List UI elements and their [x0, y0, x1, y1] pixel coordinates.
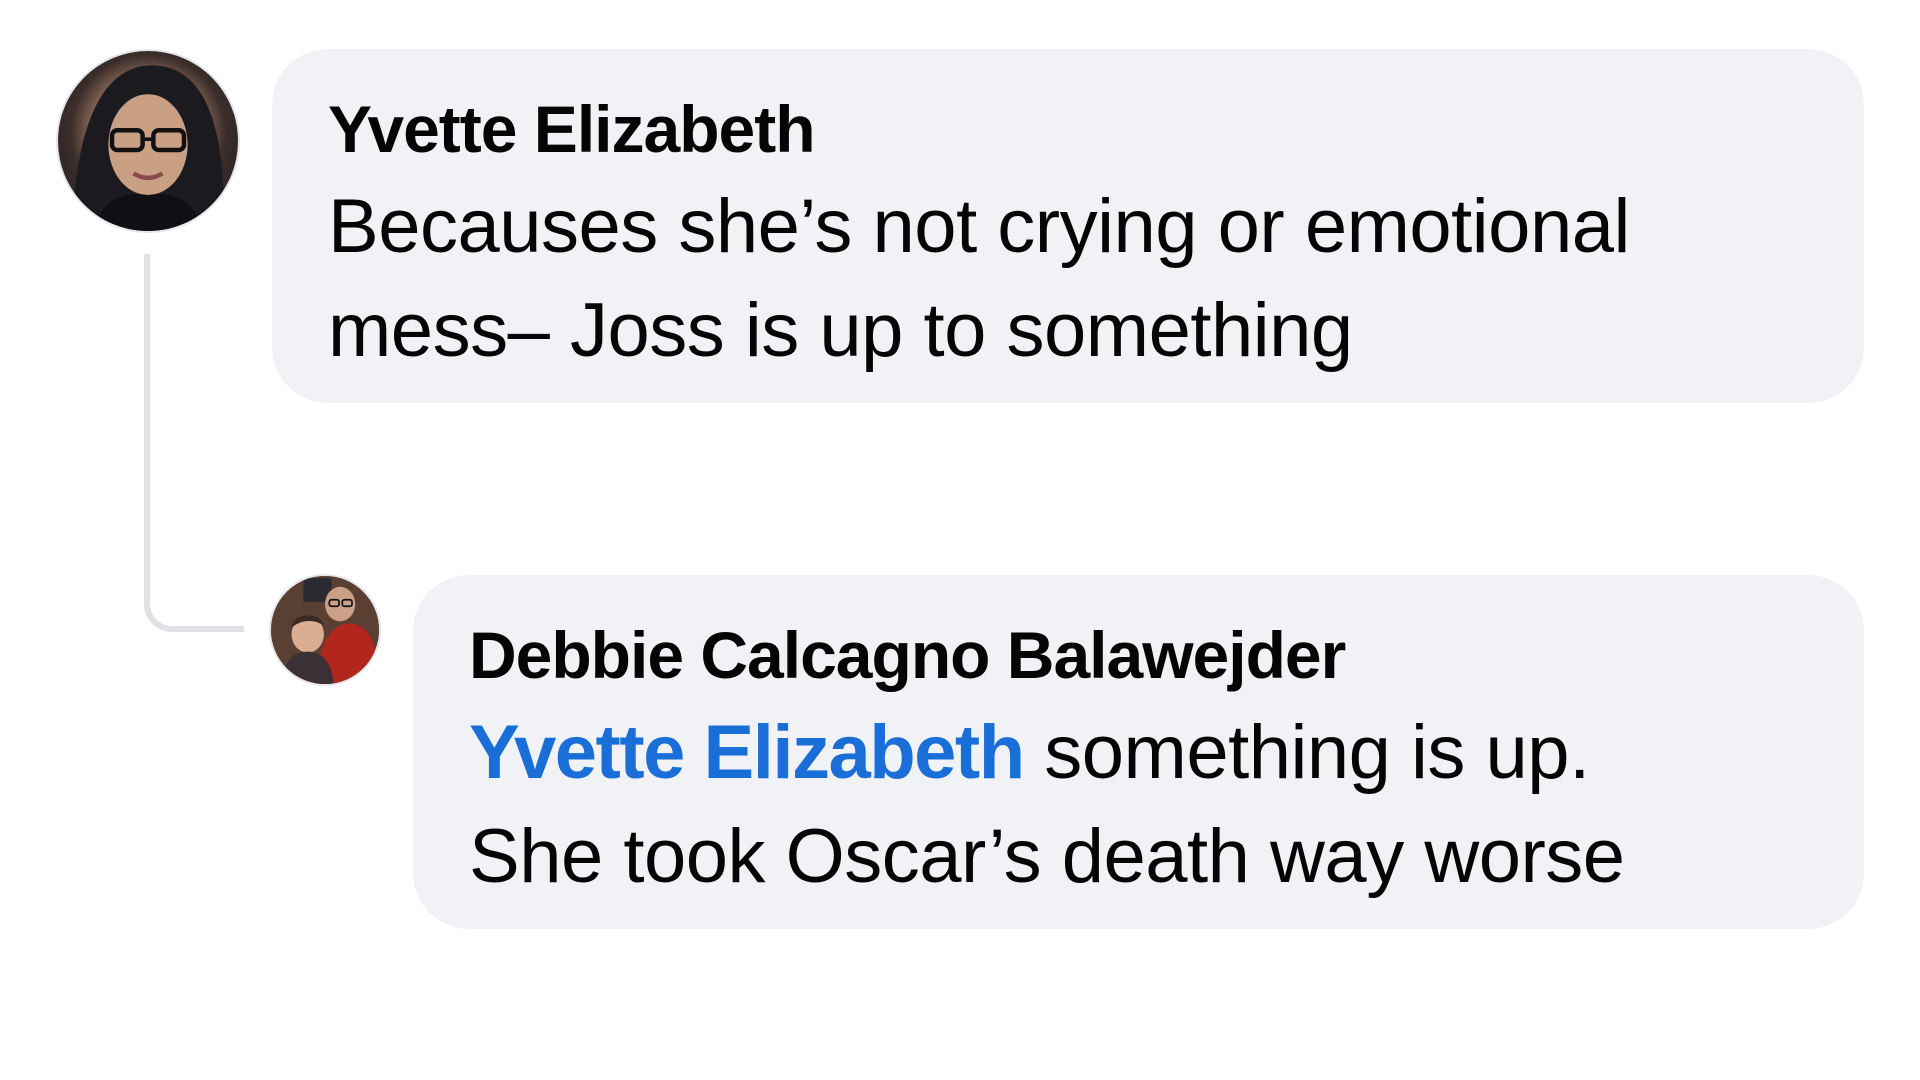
comment-text-line: Becauses she’s not crying or emotional: [328, 184, 1630, 269]
profile-photo-icon: [72, 65, 224, 231]
reply-author-name[interactable]: Debbie Calcagno Balawejder: [469, 609, 1808, 701]
comment-text-line: mess– Joss is up to something: [328, 288, 1353, 373]
reply-text-line: She took Oscar’s death way worse: [469, 814, 1625, 899]
comment-text: Becauses she’s not crying or emotional m…: [328, 175, 1808, 383]
profile-photo-icon: [271, 576, 379, 684]
reply-text-line: Yvette Elizabeth something is up.: [469, 701, 1808, 805]
commenter-avatar[interactable]: [58, 51, 238, 231]
reply-avatar[interactable]: [271, 576, 379, 684]
comment-thread: Yvette Elizabeth Becauses she’s not cryi…: [0, 0, 1920, 1080]
comment-bubble: Yvette Elizabeth Becauses she’s not cryi…: [272, 49, 1864, 403]
reply-bubble: Debbie Calcagno Balawejder Yvette Elizab…: [413, 575, 1864, 929]
reply-thread-line: [144, 254, 244, 632]
reply-text: Yvette Elizabeth something is up. She to…: [469, 701, 1808, 909]
reply-text-fragment: something is up.: [1023, 710, 1590, 795]
comment-author-name[interactable]: Yvette Elizabeth: [328, 83, 1808, 175]
mention-link[interactable]: Yvette Elizabeth: [469, 710, 1025, 795]
